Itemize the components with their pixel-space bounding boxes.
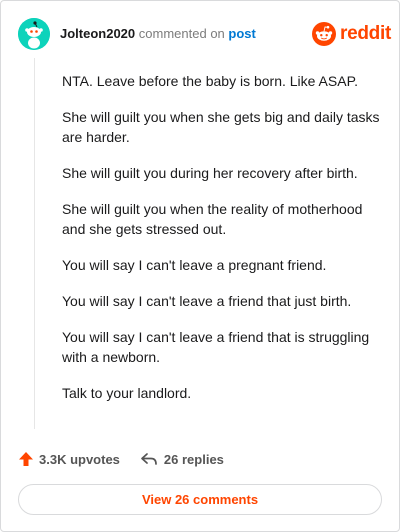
upvote-arrow-icon xyxy=(19,452,33,466)
reply-count: 26 replies xyxy=(163,451,224,467)
comment-body: NTA. Leave before the baby is born. Like… xyxy=(62,71,380,419)
reply-button[interactable]: 26 replies xyxy=(140,451,224,467)
comment-paragraph: Talk to your landlord. xyxy=(62,385,192,401)
comment-paragraph: She will guilt you when she gets big and… xyxy=(62,109,380,145)
post-link[interactable]: post xyxy=(228,26,255,41)
user-avatar[interactable] xyxy=(18,18,50,50)
snoo-avatar-icon xyxy=(18,18,50,50)
comment-paragraph: You will say I can't leave a friend that… xyxy=(62,329,370,365)
reddit-snoo-icon xyxy=(312,22,336,46)
upvote-button[interactable]: 3.3K upvotes xyxy=(18,451,120,467)
comment-paragraph: NTA. Leave before the baby is born. Like… xyxy=(62,73,358,89)
thread-line[interactable] xyxy=(34,58,35,429)
comment-card: Jolteon2020 commented on post reddit NTA… xyxy=(0,0,400,532)
comment-paragraph: You will say I can't leave a pregnant fr… xyxy=(62,257,327,273)
comment-paragraph: She will guilt you during her recovery a… xyxy=(62,165,358,181)
comment-header: Jolteon2020 commented on post xyxy=(60,26,256,42)
reply-arrow-icon xyxy=(141,453,157,465)
view-comments-button[interactable]: View 26 comments xyxy=(18,484,382,515)
comment-footer: 3.3K upvotes 26 replies xyxy=(18,451,224,467)
reddit-logo[interactable]: reddit xyxy=(312,22,391,46)
reddit-wordmark: reddit xyxy=(340,23,391,44)
upvote-count: 3.3K upvotes xyxy=(39,451,120,467)
username-link[interactable]: Jolteon2020 xyxy=(60,26,135,41)
commented-on-text: commented on xyxy=(138,26,225,41)
comment-paragraph: She will guilt you when the reality of m… xyxy=(62,201,363,237)
comment-paragraph: You will say I can't leave a friend that… xyxy=(62,293,352,309)
